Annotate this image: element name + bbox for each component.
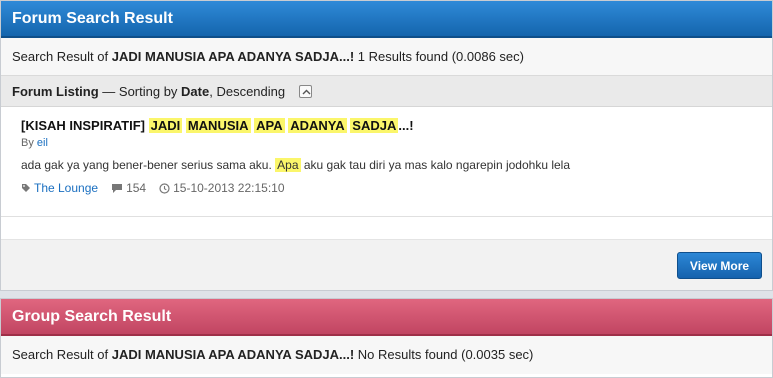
- result-count: 1 Results found (0.0086 sec): [354, 49, 524, 64]
- forum-result-item: [KISAH INSPIRATIF] JADI MANUSIA APA ADAN…: [1, 107, 772, 217]
- post-timestamp: 15-10-2013 22:15:10: [159, 181, 285, 195]
- sort-prefix: — Sorting by: [98, 84, 182, 99]
- sort-order[interactable]: , Descending: [209, 84, 285, 99]
- view-more-row: View More: [1, 239, 772, 290]
- title-highlight: SADJA: [350, 118, 399, 133]
- collapse-up-icon[interactable]: [298, 85, 312, 99]
- tag-icon: [22, 184, 30, 192]
- reply-count: 154: [111, 181, 146, 195]
- forum-name-link[interactable]: The Lounge: [34, 181, 98, 195]
- forum-search-panel: Forum Search Result Search Result of JAD…: [0, 0, 773, 291]
- timestamp-value: 15-10-2013 22:15:10: [173, 181, 285, 195]
- group-result-summary: Search Result of JADI MANUSIA APA ADANYA…: [1, 336, 772, 374]
- title-highlight: MANUSIA: [185, 118, 251, 133]
- thread-title-prefix: [KISAH INSPIRATIF]: [21, 118, 149, 133]
- snippet-highlight: Apa: [275, 158, 301, 172]
- post-snippet: ada gak ya yang bener-bener serius sama …: [21, 158, 772, 172]
- result-prefix: Search Result of: [12, 49, 112, 64]
- listing-label: Forum Listing: [12, 84, 99, 99]
- post-meta: The Lounge 154 15-10-2013 22:15:10: [21, 181, 772, 195]
- result-count: No Results found (0.0035 sec): [354, 347, 534, 362]
- comment-icon: [112, 183, 123, 193]
- title-highlight: JADI: [148, 118, 183, 133]
- view-more-button[interactable]: View More: [677, 252, 762, 279]
- clock-icon: [159, 182, 170, 194]
- thread-title-link[interactable]: [KISAH INSPIRATIF] JADI MANUSIA APA ADAN…: [21, 118, 772, 133]
- group-search-panel: Group Search Result Search Result of JAD…: [0, 298, 773, 378]
- forum-result-summary: Search Result of JADI MANUSIA APA ADANYA…: [1, 38, 772, 76]
- byline: By eil: [21, 137, 772, 149]
- result-prefix: Search Result of: [12, 347, 112, 362]
- reply-count-value: 154: [126, 181, 147, 195]
- group-panel-title: Group Search Result: [1, 299, 772, 336]
- title-highlight: APA: [254, 118, 285, 133]
- sort-field[interactable]: Date: [181, 84, 209, 99]
- forum-tag[interactable]: The Lounge: [21, 181, 98, 195]
- thread-title-suffix: ...!: [398, 118, 414, 133]
- by-label: By: [21, 137, 37, 149]
- forum-listing-bar: Forum Listing — Sorting by Date, Descend…: [1, 76, 772, 107]
- search-query: JADI MANUSIA APA ADANYA SADJA...!: [111, 49, 355, 64]
- snippet-after: aku gak tau diri ya mas kalo ngarepin jo…: [300, 158, 571, 172]
- forum-panel-title: Forum Search Result: [1, 1, 772, 38]
- title-highlight: ADANYA: [288, 118, 347, 133]
- search-query: JADI MANUSIA APA ADANYA SADJA...!: [111, 347, 355, 362]
- snippet-before: ada gak ya yang bener-bener serius sama …: [21, 158, 276, 172]
- author-link[interactable]: eil: [37, 137, 48, 149]
